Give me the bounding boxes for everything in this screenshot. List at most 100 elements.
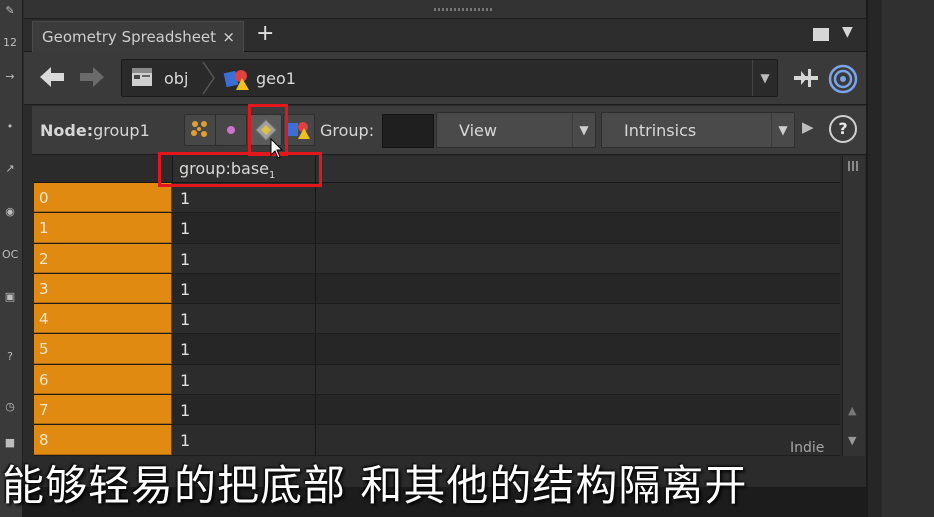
group-value-cell[interactable]: 1 [180, 189, 190, 208]
column-divider [315, 334, 316, 364]
subtitle-text: 能够轻易的把底部 和其他的结构隔离开 [2, 461, 748, 510]
table-row[interactable]: 11 [34, 213, 840, 244]
table-row[interactable]: 71 [34, 395, 840, 426]
header-corner [34, 156, 173, 182]
row-index-cell[interactable]: 2 [34, 243, 172, 273]
row-index-cell[interactable]: 6 [34, 364, 172, 395]
tool-icon-oc[interactable]: OC [2, 248, 18, 262]
vertices-button[interactable] [215, 114, 247, 146]
node-label: Node:group1 [40, 121, 150, 140]
highlight-column-header [158, 152, 322, 187]
tool-icon-numbers[interactable]: 12 [2, 36, 18, 50]
path-segment-obj[interactable]: obj [164, 69, 188, 88]
column-divider [315, 395, 316, 425]
intrinsics-menu[interactable]: Intrinsics ▼ [601, 112, 795, 148]
row-index: 8 [39, 431, 49, 450]
group-value-cell[interactable]: 1 [180, 371, 190, 390]
row-index: 5 [39, 340, 49, 359]
row-index: 1 [39, 219, 49, 238]
row-index: 6 [39, 370, 49, 389]
left-tool-strip: ✎ 12 → • ↗ ◉ OC ▣ ? ◷ ■ [0, 0, 23, 517]
subtitle-overlay: 能够轻易的把底部 和其他的结构隔离开 [0, 450, 934, 517]
spreadsheet-toolbar: Node:group1 Group: View ▼ Intrinsics ▼ ▶… [32, 106, 866, 155]
table-header: group:base1 [34, 156, 840, 183]
row-index-cell[interactable]: 4 [34, 304, 172, 334]
pin-icon[interactable] [791, 66, 821, 90]
row-index: 7 [39, 401, 49, 420]
vertical-scrollbar[interactable]: ▲ ▼ [842, 156, 865, 456]
pane-menu-icon[interactable] [813, 28, 829, 41]
intrinsics-menu-label: Intrinsics [624, 121, 697, 140]
tab-title: Geometry Spreadsheet [42, 28, 217, 46]
group-value-cell[interactable]: 1 [180, 431, 190, 450]
detail-icon [288, 122, 310, 139]
group-value-cell[interactable]: 1 [180, 280, 190, 299]
group-value-cell[interactable]: 1 [180, 250, 190, 269]
expand-arrow-icon[interactable]: ▶ [802, 118, 814, 136]
row-index-cell[interactable]: 5 [34, 334, 172, 364]
group-value-cell[interactable]: 1 [180, 401, 190, 420]
image-icon[interactable]: ▣ [2, 290, 18, 304]
points-button[interactable] [184, 114, 216, 146]
forward-arrow-icon[interactable] [78, 64, 106, 90]
path-dropdown-icon[interactable]: ▼ [752, 60, 777, 96]
view-menu-label: View [459, 121, 497, 140]
table-body: 01 11 21 31 41 51 61 71 81 91 [34, 183, 840, 456]
tab-bar: Geometry Spreadsheet × + ▼ [24, 19, 866, 52]
table-row[interactable]: 61 [34, 364, 840, 396]
group-label: Group: [320, 121, 375, 140]
scroll-up-icon[interactable]: ▲ [848, 404, 856, 417]
column-divider [315, 213, 316, 243]
table-row[interactable]: 01 [34, 183, 840, 214]
table-row[interactable]: 41 [34, 304, 840, 335]
row-index-cell[interactable]: 7 [34, 395, 172, 425]
table-row[interactable]: 21 [34, 243, 840, 274]
tool-icon[interactable]: ◉ [2, 205, 18, 219]
path-segment-geo[interactable]: geo1 [256, 69, 296, 88]
spreadsheet-table: group:base1 01 11 21 31 41 51 61 71 81 9… [34, 156, 840, 456]
adjacent-pane [866, 0, 934, 517]
add-tab-icon[interactable]: + [256, 21, 274, 46]
obj-context-icon [132, 68, 152, 86]
tab-geometry-spreadsheet[interactable]: Geometry Spreadsheet × [32, 21, 244, 52]
adjacent-pane-body [882, 0, 934, 517]
clock-icon[interactable]: ◷ [2, 400, 18, 414]
column-options-grip-icon[interactable] [848, 161, 860, 171]
path-bar[interactable]: obj geo1 ▼ [121, 59, 778, 97]
view-menu[interactable]: View ▼ [436, 112, 596, 148]
link-pane-icon[interactable] [828, 64, 858, 94]
group-value-cell[interactable]: 1 [180, 340, 190, 359]
group-value-cell[interactable]: 1 [180, 219, 190, 238]
row-index-cell[interactable]: 1 [34, 213, 172, 243]
group-input[interactable] [382, 114, 434, 148]
tool-icon[interactable]: ↗ [2, 162, 18, 176]
table-row[interactable]: 31 [34, 273, 840, 305]
back-arrow-icon[interactable] [38, 64, 66, 90]
help-tool-icon[interactable]: ? [2, 350, 18, 364]
close-tab-icon[interactable]: × [222, 28, 235, 46]
row-index-cell[interactable]: 3 [34, 273, 172, 304]
row-index-cell[interactable]: 0 [34, 183, 172, 213]
navigation-bar: obj geo1 ▼ [24, 52, 866, 105]
column-divider [315, 273, 316, 304]
tool-icon[interactable]: → [2, 70, 18, 84]
node-prefix: Node: [40, 121, 94, 140]
chevron-down-icon: ▼ [771, 113, 794, 147]
tool-icon[interactable]: • [2, 120, 18, 134]
column-divider [315, 243, 316, 273]
column-divider [315, 183, 316, 213]
node-name[interactable]: group1 [93, 121, 150, 140]
path-separator-icon [202, 61, 215, 95]
geo-node-icon [223, 70, 249, 90]
column-divider [315, 304, 316, 334]
vertices-icon [227, 126, 235, 134]
scroll-down-icon[interactable]: ▼ [848, 434, 856, 447]
tool-icon[interactable]: ✎ [2, 4, 18, 18]
tool-icon[interactable]: ■ [2, 436, 18, 450]
help-icon[interactable]: ? [829, 115, 857, 143]
pane-divider[interactable] [24, 0, 866, 19]
table-row[interactable]: 51 [34, 334, 840, 365]
group-value-cell[interactable]: 1 [180, 310, 190, 329]
divider-grip-icon[interactable] [434, 8, 494, 11]
pane-dropdown-icon[interactable]: ▼ [842, 24, 853, 40]
